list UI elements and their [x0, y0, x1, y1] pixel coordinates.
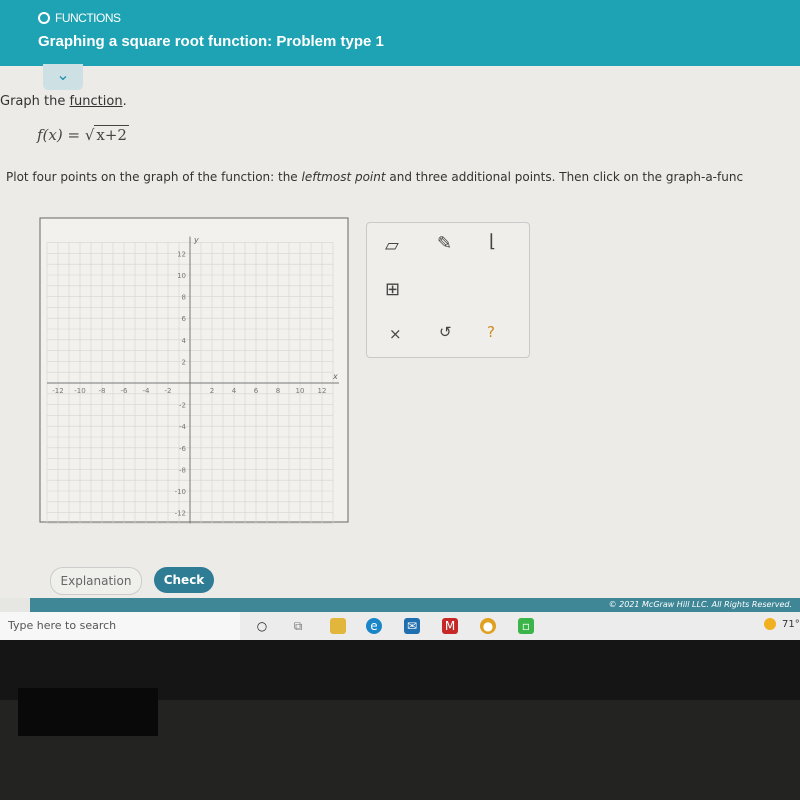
mail-icon[interactable]: ✉: [404, 618, 420, 634]
cortana-icon[interactable]: ○: [254, 618, 270, 634]
grid-point-icon[interactable]: ⊞: [385, 279, 400, 300]
y-tick-label: -6: [179, 445, 187, 453]
x-tick-label: 12: [318, 387, 327, 395]
weather-icon: [764, 618, 776, 630]
x-tick-label: -10: [74, 387, 85, 395]
x-tick-label: 4: [232, 387, 237, 395]
y-axis-label: y: [193, 236, 199, 245]
x-tick-label: -6: [121, 387, 129, 395]
y-tick-label: -4: [179, 423, 187, 431]
eraser-icon[interactable]: ▱: [385, 235, 399, 256]
chrome-icon[interactable]: ●: [480, 618, 496, 634]
graph-border: [39, 217, 349, 523]
y-tick-label: 10: [177, 272, 186, 280]
pencil-icon[interactable]: ✎: [437, 233, 452, 254]
x-tick-label: -4: [143, 387, 151, 395]
x-axis-label: x: [332, 372, 338, 381]
file-explorer-icon[interactable]: [330, 618, 346, 634]
x-tick-label: -12: [52, 387, 63, 395]
x-tick-label: -8: [99, 387, 106, 395]
clear-button[interactable]: ×: [389, 325, 402, 343]
y-tick-label: 12: [177, 250, 186, 258]
edge-icon[interactable]: e: [366, 618, 382, 634]
y-tick-label: -8: [179, 466, 186, 474]
task-view-icon[interactable]: ⧉: [290, 618, 306, 634]
mcafee-icon[interactable]: M: [442, 618, 458, 634]
x-tick-label: 2: [210, 387, 214, 395]
y-tick-label: 6: [182, 315, 187, 323]
undo-button[interactable]: ↺: [439, 323, 452, 341]
graph-toolbar: ▱ ✎ ⌊ ⊞ × ↺ ?: [366, 222, 530, 358]
y-tick-label: 4: [182, 337, 187, 345]
y-tick-label: 2: [182, 358, 186, 366]
copyright: © 2021 McGraw Hill LLC. All Rights Reser…: [30, 598, 800, 612]
y-tick-label: -2: [179, 402, 186, 410]
check-button[interactable]: Check: [154, 567, 214, 593]
x-tick-label: -2: [165, 387, 172, 395]
taskbar: Type here to search ○ ⧉ e ✉ M ● ▫ 71°: [0, 612, 800, 640]
x-tick-label: 6: [254, 387, 259, 395]
explanation-button[interactable]: Explanation: [50, 567, 142, 595]
x-tick-label: 10: [296, 387, 305, 395]
y-tick-label: -10: [175, 488, 186, 496]
y-tick-label: -12: [175, 510, 186, 518]
taskbar-search-input[interactable]: Type here to search: [0, 612, 240, 640]
curve-icon[interactable]: ⌊: [489, 231, 496, 252]
y-tick-label: 8: [182, 294, 186, 302]
weather-temp: 71°: [782, 619, 800, 630]
app-icon[interactable]: ▫: [518, 618, 534, 634]
x-tick-label: 8: [276, 387, 280, 395]
help-button[interactable]: ?: [487, 323, 495, 341]
monitor-stand: [18, 688, 158, 736]
